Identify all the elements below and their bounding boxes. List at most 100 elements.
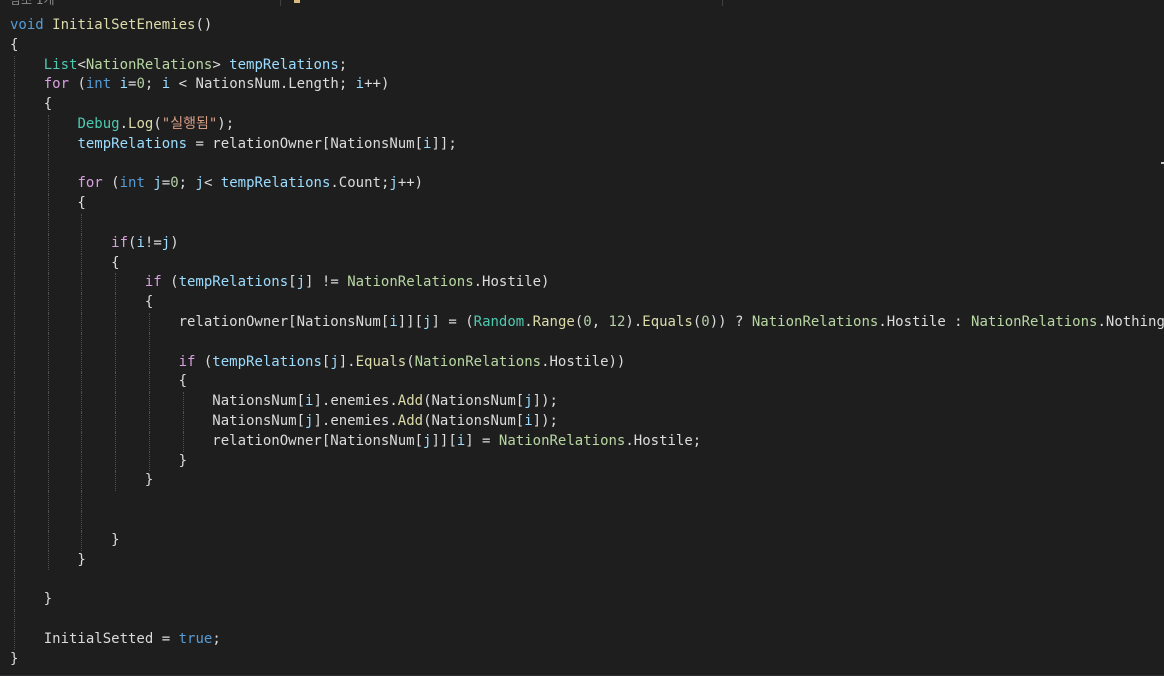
code-token: ( [423,412,432,429]
code-line[interactable]: NationsNum[i].enemies.Add(NationsNum[j])… [0,392,1164,412]
code-line[interactable]: relationOwner[NationsNum[j]][i] = Nation… [0,431,1164,452]
code-token: ( [102,175,120,192]
code-line-text: relationOwner[NationsNum[j]][i] = Nation… [10,432,701,452]
code-line[interactable]: { [0,293,1164,313]
code-token: ]. [338,353,356,370]
code-token: ]]; [431,135,457,152]
code-line[interactable]: for (int i=0; i < NationsNum.Length; i++… [0,75,1164,96]
code-token: } [10,472,154,489]
indent-guide [148,332,150,353]
code-line-text: } [10,590,52,610]
code-token: { [10,96,53,113]
code-line[interactable]: { [0,194,1164,214]
code-token: ( [153,115,162,132]
code-token: { [10,373,188,390]
code-line[interactable] [0,332,1164,353]
code-area[interactable]: void InitialSetEnemies(){ List<NationRel… [0,16,1164,669]
code-editor[interactable]: 참조 1개 void InitialSetEnemies(){ List<Nat… [0,0,1164,676]
code-token: int [119,175,145,192]
code-token: if [144,274,162,291]
code-token: j [153,175,162,192]
document-tab[interactable] [280,0,701,6]
indent-guide [81,332,83,353]
code-line-text: List<NationRelations> tempRelations; [10,56,347,76]
code-line[interactable]: Debug.Log("실행됨"); [0,114,1164,135]
code-token: NationsNum [296,313,381,330]
code-line[interactable]: void InitialSetEnemies() [0,16,1164,36]
code-token: { [10,254,120,271]
code-line[interactable]: } [0,530,1164,551]
code-line[interactable] [0,213,1164,234]
code-token: ( [406,353,415,370]
code-token: NationRelations [971,313,1098,330]
code-line-text: if (tempRelations[j] != NationRelations.… [10,273,550,293]
code-line[interactable]: if (tempRelations[j] != NationRelations.… [0,273,1164,294]
code-token: NationsNum [212,393,297,410]
code-token: ( [574,313,584,330]
code-token: ; [144,76,162,93]
code-token: ); [217,115,235,132]
code-line[interactable]: InitialSetted = true; [0,629,1164,650]
indent-guide [81,510,83,531]
code-line[interactable]: relationOwner[NationsNum[i]][j] = (Rando… [0,312,1164,333]
code-line-text: { [10,36,18,56]
code-token: ++) [397,175,424,192]
code-line[interactable] [0,154,1164,175]
code-token: ] = ( [431,313,474,330]
code-line[interactable]: } [0,451,1164,472]
code-token: } [10,591,53,608]
code-token: )) ? [709,313,752,330]
code-token: ; [338,56,348,73]
code-line[interactable]: for (int j=0; j< tempRelations.Count;j++… [0,174,1164,195]
code-token: j [330,353,339,370]
code-line[interactable]: NationsNum[j].enemies.Add(NationsNum[i])… [0,411,1164,432]
code-line[interactable] [0,491,1164,511]
code-token: relationOwner[ [10,313,297,330]
code-token: ( [69,76,86,93]
code-token: j [296,274,306,291]
codelens-references[interactable]: 참조 1개 [10,0,55,9]
code-line[interactable]: if(i!=j) [0,233,1164,254]
code-line[interactable]: List<NationRelations> tempRelations; [0,55,1164,76]
code-token: } [10,551,86,568]
code-line[interactable]: { [0,36,1164,56]
code-token: Debug [77,115,120,132]
code-line-text: NationsNum[j].enemies.Add(NationsNum[i])… [10,412,558,432]
code-token: NationRelations [347,274,474,291]
code-token: for [43,76,70,93]
code-token: } [10,650,19,667]
code-line[interactable]: } [0,471,1164,492]
code-line[interactable]: { [0,95,1164,115]
code-token: ] != [305,274,348,291]
code-token: NationsNum [212,412,297,429]
code-line[interactable]: } [0,650,1164,670]
indent-guide [14,332,15,353]
code-line[interactable]: { [0,372,1164,393]
code-line-text: { [10,372,187,392]
code-line[interactable]: } [0,550,1164,571]
code-line[interactable]: } [0,590,1164,610]
code-token: NationsNum [431,393,516,410]
indent-guide [81,213,83,234]
code-token: [ [515,412,525,429]
code-token: i [136,234,145,251]
code-line[interactable] [0,609,1164,630]
code-line[interactable] [0,510,1164,531]
code-line[interactable]: if (tempRelations[j].Equals(NationRelati… [0,352,1164,373]
code-line-text: NationsNum[i].enemies.Add(NationsNum[j])… [10,392,558,412]
code-token: = relationOwner[ [187,135,331,152]
code-token: NationsNum [195,76,280,93]
code-line[interactable]: tempRelations = relationOwner[NationsNum… [0,134,1164,155]
code-line-text: } [10,551,86,571]
code-token: ) [170,234,179,251]
code-token: tempRelations [220,175,331,192]
code-token: int [85,76,112,93]
code-line[interactable] [0,570,1164,591]
code-line-text: { [10,95,52,115]
code-token: > [212,56,230,73]
document-tab[interactable] [722,0,1153,6]
code-line[interactable]: { [0,253,1164,274]
